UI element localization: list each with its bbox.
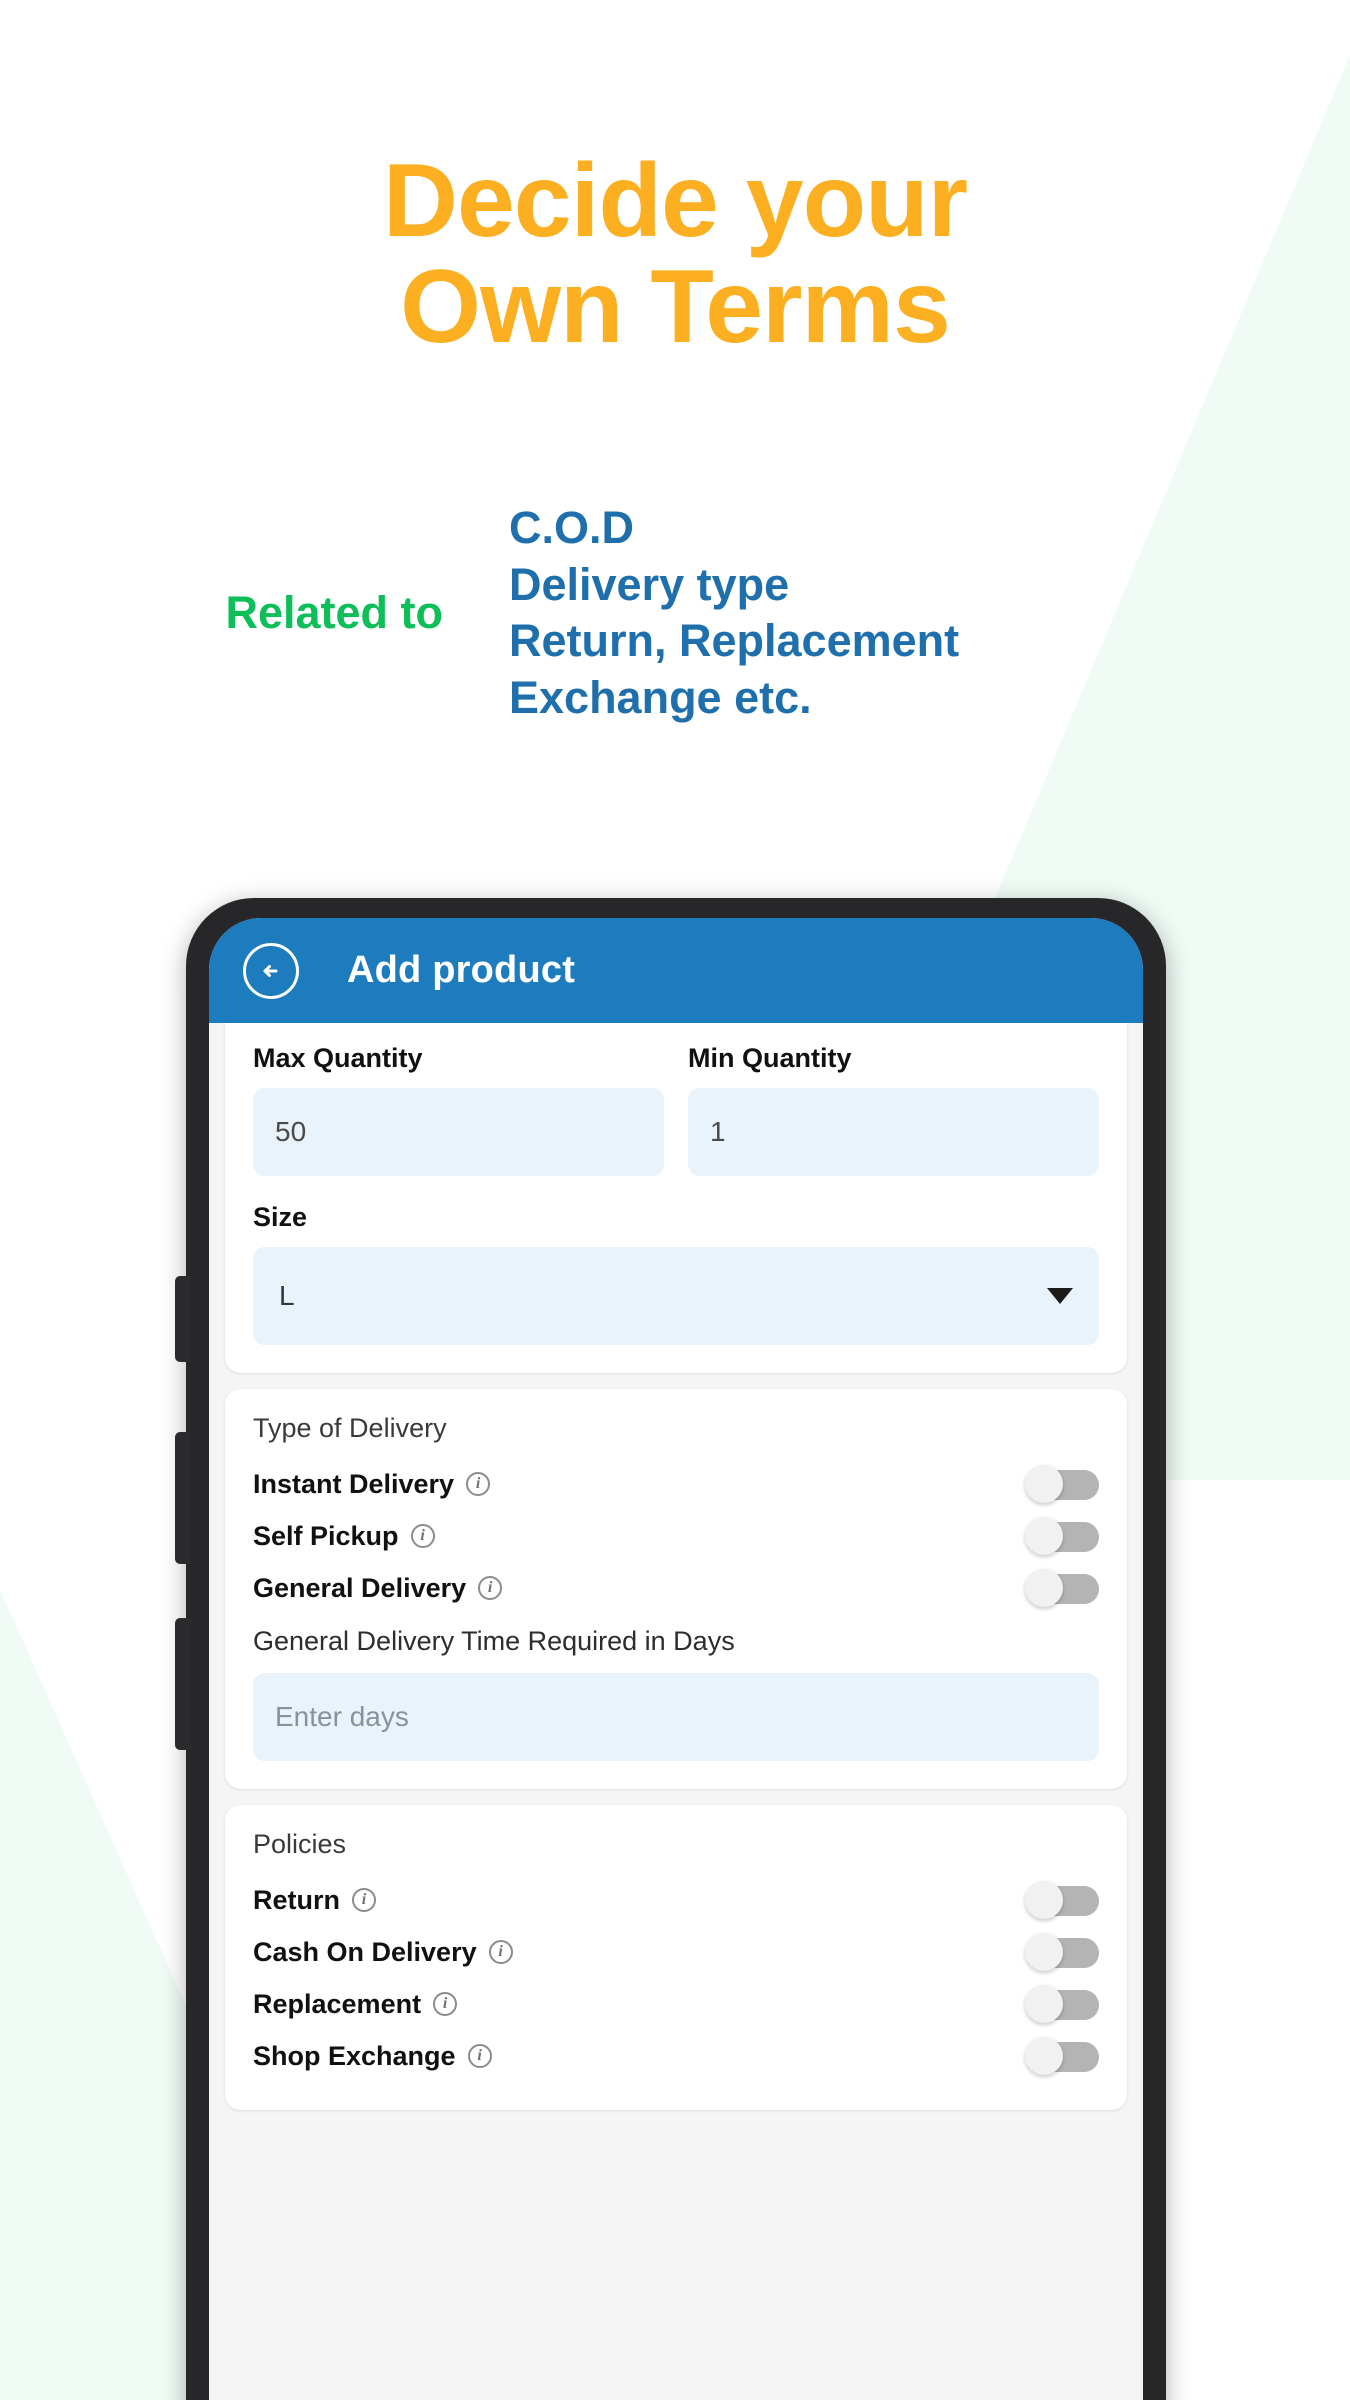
info-icon[interactable]: i xyxy=(410,1524,435,1548)
policies-card: Policies Return i Cash On Delivery i Rep… xyxy=(225,1805,1127,2110)
size-label: Size xyxy=(253,1202,308,1232)
form-scroll-area[interactable]: Max Quantity 50 Min Quantity 1 Size L Ty… xyxy=(209,1023,1143,2110)
row-label-group: Instant Delivery i xyxy=(253,1468,491,1500)
instant-delivery-toggle[interactable] xyxy=(1025,1465,1099,1503)
info-icon[interactable]: i xyxy=(478,1576,503,1600)
row-shop-exchange: Shop Exchange i xyxy=(253,2030,1099,2082)
row-label-group: Shop Exchange i xyxy=(253,2041,492,2072)
self-pickup-label: Self Pickup xyxy=(253,1520,399,1551)
related-items-list: C.O.D Delivery type Return, Replacement … xyxy=(509,500,959,727)
general-delivery-days-label: General Delivery Time Required in Days xyxy=(253,1626,735,1656)
phone-volume-up-button[interactable] xyxy=(175,1276,191,1362)
replacement-toggle[interactable] xyxy=(1025,1985,1099,2023)
arrow-left-circle-icon[interactable] xyxy=(243,942,299,999)
row-replacement: Replacement i xyxy=(253,1978,1099,2030)
return-toggle[interactable] xyxy=(1025,1881,1099,1919)
instant-delivery-label: Instant Delivery xyxy=(253,1468,455,1499)
info-icon[interactable]: i xyxy=(488,1940,513,1964)
row-label-group: Self Pickup i xyxy=(253,1521,435,1552)
row-label-group: Replacement i xyxy=(253,1988,458,2020)
phone-volume-down-button[interactable] xyxy=(175,1432,191,1564)
row-instant-delivery: Instant Delivery i xyxy=(253,1458,1099,1510)
policies-title: Policies xyxy=(253,1829,347,1859)
self-pickup-toggle[interactable] xyxy=(1025,1517,1099,1555)
max-quantity-group: Max Quantity 50 xyxy=(253,1043,664,1176)
max-quantity-label: Max Quantity xyxy=(253,1043,423,1073)
related-to-label: Related to xyxy=(225,587,443,639)
phone-mockup: Add product Max Quantity 50 Min Quantity… xyxy=(175,898,1166,2400)
cash-on-delivery-label: Cash On Delivery xyxy=(253,1936,477,1967)
type-of-delivery-title: Type of Delivery xyxy=(253,1413,447,1443)
min-quantity-group: Min Quantity 1 xyxy=(688,1043,1099,1176)
return-label: Return xyxy=(253,1884,340,1915)
page-headline: Decide your Own Terms xyxy=(382,143,968,366)
related-item: C.O.D xyxy=(509,502,635,553)
promo-page: Decide your Own Terms Related to C.O.D D… xyxy=(0,0,1350,2400)
size-selected-value: L xyxy=(279,1280,295,1311)
quantity-size-card: Max Quantity 50 Min Quantity 1 Size L xyxy=(225,1023,1127,1373)
min-quantity-label: Min Quantity xyxy=(688,1043,852,1073)
info-icon[interactable]: i xyxy=(352,1888,376,1912)
row-label-group: General Delivery i xyxy=(253,1572,503,1604)
toggle-knob xyxy=(1025,1933,1063,1971)
row-self-pickup: Self Pickup i xyxy=(253,1510,1099,1562)
phone-power-button[interactable] xyxy=(175,1618,191,1750)
general-delivery-days-input[interactable]: Enter days xyxy=(253,1673,1099,1761)
shop-exchange-toggle[interactable] xyxy=(1025,2037,1099,2075)
related-item: Return, Replacement xyxy=(509,615,960,667)
phone-screen: Add product Max Quantity 50 Min Quantity… xyxy=(209,918,1143,2400)
info-icon[interactable]: i xyxy=(467,2044,492,2068)
row-label-group: Cash On Delivery i xyxy=(253,1937,513,1968)
cash-on-delivery-toggle[interactable] xyxy=(1025,1933,1099,1971)
general-delivery-toggle[interactable] xyxy=(1025,1569,1099,1607)
max-quantity-input[interactable]: 50 xyxy=(253,1088,664,1176)
toggle-knob xyxy=(1025,1985,1063,2023)
toggle-knob xyxy=(1025,1569,1063,1607)
row-general-delivery: General Delivery i xyxy=(253,1562,1099,1614)
type-of-delivery-card: Type of Delivery Instant Delivery i Self… xyxy=(225,1389,1127,1789)
toggle-knob xyxy=(1025,2037,1063,2075)
quantity-row: Max Quantity 50 Min Quantity 1 xyxy=(253,1043,1099,1176)
toggle-knob xyxy=(1025,1881,1063,1919)
min-quantity-input[interactable]: 1 xyxy=(688,1088,1099,1176)
app-bar-title: Add product xyxy=(347,949,576,991)
app-bar: Add product xyxy=(209,918,1143,1023)
info-icon[interactable]: i xyxy=(433,1992,458,2016)
shop-exchange-label: Shop Exchange xyxy=(253,2040,456,2071)
related-item: Delivery type xyxy=(509,558,790,610)
size-select[interactable]: L xyxy=(253,1247,1099,1345)
general-delivery-label: General Delivery xyxy=(253,1572,467,1603)
toggle-knob xyxy=(1025,1517,1063,1555)
related-block: Related to C.O.D Delivery type Return, R… xyxy=(0,500,1350,727)
replacement-label: Replacement xyxy=(253,1988,422,2019)
chevron-down-icon xyxy=(1047,1288,1073,1304)
related-item: Exchange etc. xyxy=(509,672,812,724)
row-cash-on-delivery: Cash On Delivery i xyxy=(253,1926,1099,1978)
info-icon[interactable]: i xyxy=(466,1472,491,1496)
row-label-group: Return i xyxy=(253,1885,376,1916)
row-return: Return i xyxy=(253,1874,1099,1926)
toggle-knob xyxy=(1025,1465,1063,1503)
